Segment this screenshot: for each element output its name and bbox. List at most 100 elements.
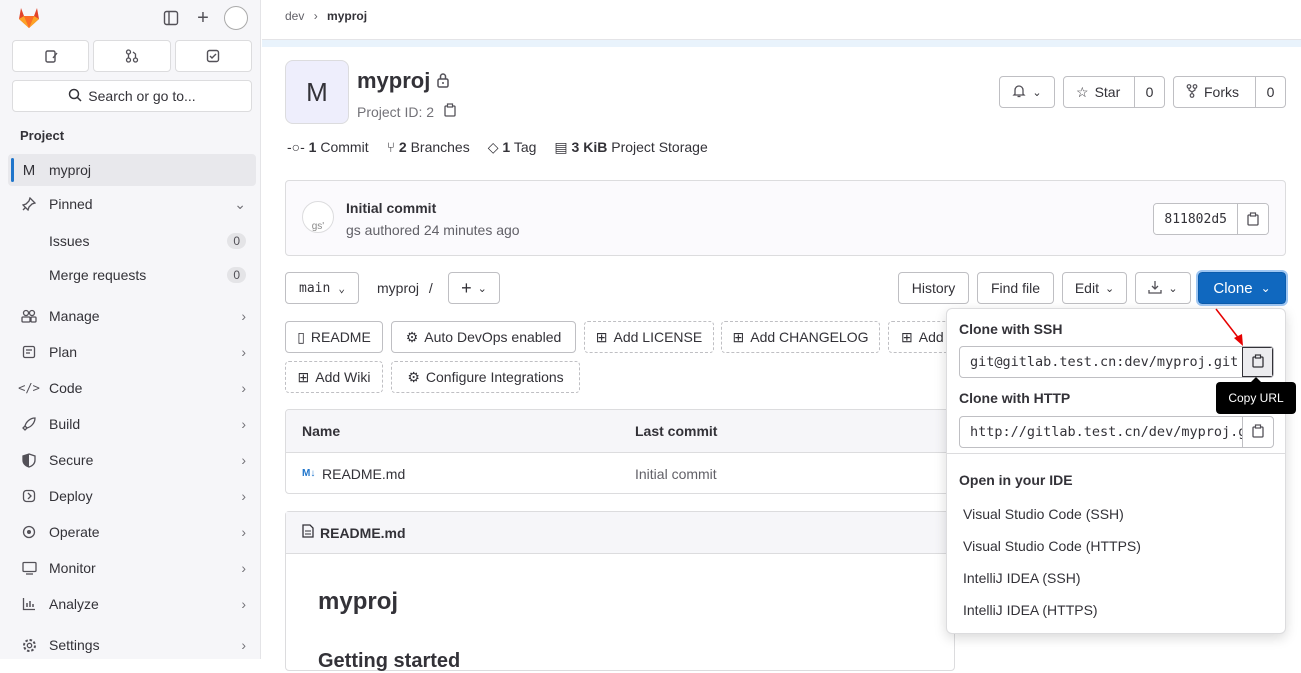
sidebar-item-merge-requests[interactable]: Merge requests 0 (8, 259, 256, 291)
star-button[interactable]: ☆ Star 0 (1063, 76, 1165, 108)
sidebar-item-pinned[interactable]: Pinned ⌄ (8, 188, 256, 220)
sidebar-item-myproj[interactable]: M myproj (8, 154, 256, 186)
commit-sha[interactable]: 811802d5 (1154, 204, 1237, 234)
copy-ssh-url-button[interactable] (1242, 347, 1273, 377)
section-title: Project (20, 128, 65, 143)
project-avatar-icon: M (22, 161, 36, 179)
repo-path: myproj / (377, 280, 433, 296)
file-name-link[interactable]: README.md (322, 466, 405, 482)
sidebar-item-label: Pinned (49, 196, 93, 212)
left-sidebar: + Search or go to... Project M myproj Pi… (0, 0, 261, 659)
sidebar-item-label: Code (49, 380, 83, 396)
clone-button[interactable]: Clone ⌄ (1196, 270, 1288, 306)
add-license-button[interactable]: ⊞ Add LICENSE (584, 321, 714, 353)
readme-panel: README.md myproj Getting started (285, 511, 955, 672)
divider (947, 453, 1285, 454)
branch-selector[interactable]: main ⌄ (285, 272, 359, 304)
star-icon: ☆ (1076, 83, 1089, 100)
sidebar-item-label: myproj (49, 162, 92, 178)
ide-item-intellij-https[interactable]: IntelliJ IDEA (HTTPS) (963, 602, 1098, 618)
copy-id-icon[interactable] (444, 103, 456, 120)
sidebar-item-monitor[interactable]: Monitor › (8, 552, 256, 584)
sidebar-item-build[interactable]: Build › (8, 408, 256, 440)
readme-filename[interactable]: README.md (320, 525, 406, 541)
plus-icon[interactable]: + (192, 7, 214, 29)
bell-icon (1012, 84, 1026, 101)
storage-link[interactable]: ▤ 3 KiB Project Storage (554, 139, 707, 156)
history-button[interactable]: History (898, 272, 969, 304)
chevron-down-icon: ⌄ (1260, 281, 1271, 295)
clone-http-field[interactable]: http://gitlab.test.cn/dev/myproj.git (959, 416, 1274, 448)
sidebar-item-settings[interactable]: Settings › (8, 629, 256, 661)
issues-tab-icon[interactable] (12, 40, 90, 72)
search-placeholder: Search or go to... (88, 88, 196, 104)
sidebar-item-label: Secure (49, 452, 94, 468)
sidebar-item-operate[interactable]: Operate › (8, 516, 256, 548)
cloud-gear-icon (20, 525, 38, 539)
commit-author-avatar[interactable]: gs' (302, 201, 334, 233)
sidebar-item-label: Build (49, 416, 81, 432)
forks-label: Forks (1204, 84, 1239, 100)
shortcut-label: Add CHANGELOG (750, 329, 869, 345)
shortcut-label: Add (918, 329, 944, 345)
configure-integrations-button[interactable]: ⚙ Configure Integrations (391, 361, 580, 393)
commit-author-link[interactable]: gs (346, 222, 361, 238)
sidebar-toggle-icon[interactable] (160, 7, 182, 29)
auto-devops-shortcut-button[interactable]: ⚙ Auto DevOps enabled (391, 321, 576, 353)
commit-sha-group: 811802d5 (1153, 203, 1269, 235)
chevron-down-icon: ⌄ (1168, 282, 1178, 295)
repo-path-link[interactable]: myproj (377, 280, 419, 296)
copy-sha-icon[interactable] (1237, 204, 1268, 234)
readme-shortcut-button[interactable]: ▯ README (285, 321, 383, 353)
breadcrumb-group-link[interactable]: dev (285, 9, 304, 23)
add-to-tree-button[interactable]: + ⌄ (448, 272, 500, 304)
tags-link[interactable]: ◇ 1 Tag (488, 139, 537, 156)
sidebar-item-deploy[interactable]: Deploy › (8, 480, 256, 512)
markdown-icon: M↓ (302, 468, 316, 479)
ide-item-intellij-ssh[interactable]: IntelliJ IDEA (SSH) (963, 570, 1080, 586)
chevron-right-icon: › (241, 596, 246, 612)
find-file-button[interactable]: Find file (977, 272, 1054, 304)
commit-meta: gs authored 24 minutes ago (346, 222, 520, 238)
sidebar-item-label: Operate (49, 524, 100, 540)
search-input[interactable]: Search or go to... (12, 80, 252, 112)
table-row[interactable]: M↓ README.md Initial commit (286, 453, 954, 493)
sidebar-item-analyze[interactable]: Analyze › (8, 588, 256, 620)
sidebar-item-code[interactable]: </> Code › (8, 372, 256, 404)
commits-link[interactable]: -○- 1 Commit (287, 139, 369, 156)
gitlab-logo-icon[interactable] (16, 4, 42, 33)
shortcut-label: Auto DevOps enabled (424, 329, 562, 345)
chevron-right-icon: › (241, 560, 246, 576)
edit-button[interactable]: Edit ⌄ (1062, 272, 1127, 304)
chevron-down-icon: ⌄ (234, 195, 246, 212)
ide-item-vscode-https[interactable]: Visual Studio Code (HTTPS) (963, 538, 1141, 554)
sidebar-item-secure[interactable]: Secure › (8, 444, 256, 476)
clone-ssh-url[interactable]: git@gitlab.test.cn:dev/myproj.git (960, 347, 1242, 377)
project-name: myproj (357, 68, 431, 93)
add-changelog-button[interactable]: ⊞ Add CHANGELOG (721, 321, 880, 353)
add-wiki-button[interactable]: ⊞ Add Wiki (285, 361, 383, 393)
sidebar-item-label: Monitor (49, 560, 96, 576)
merge-requests-tab-icon[interactable] (93, 40, 171, 72)
forks-button[interactable]: Forks 0 (1173, 76, 1286, 108)
sidebar-item-issues[interactable]: Issues 0 (8, 225, 256, 257)
breadcrumb-project-link[interactable]: myproj (327, 9, 367, 23)
sidebar-item-plan[interactable]: Plan › (8, 336, 256, 368)
clone-ssh-field[interactable]: git@gitlab.test.cn:dev/myproj.git (959, 346, 1274, 378)
ide-item-vscode-ssh[interactable]: Visual Studio Code (SSH) (963, 506, 1124, 522)
sidebar-item-manage[interactable]: Manage › (8, 300, 256, 332)
file-commit-link[interactable]: Initial commit (635, 466, 717, 482)
plus-square-icon: ⊞ (297, 368, 310, 385)
avatar[interactable] (224, 6, 248, 30)
copy-http-url-button[interactable] (1242, 417, 1273, 447)
download-button[interactable]: ⌄ (1135, 272, 1191, 304)
branches-link[interactable]: ⑂ 2 Branches (387, 139, 470, 156)
notifications-button[interactable]: ⌄ (999, 76, 1055, 108)
clone-http-url[interactable]: http://gitlab.test.cn/dev/myproj.git (960, 417, 1242, 447)
todo-tab-icon[interactable] (174, 40, 252, 72)
copy-icon (1252, 423, 1264, 441)
count-badge: 0 (227, 267, 246, 283)
readme-heading: myproj (318, 588, 399, 615)
commit-title[interactable]: Initial commit (346, 200, 436, 216)
gear-icon (20, 638, 38, 653)
